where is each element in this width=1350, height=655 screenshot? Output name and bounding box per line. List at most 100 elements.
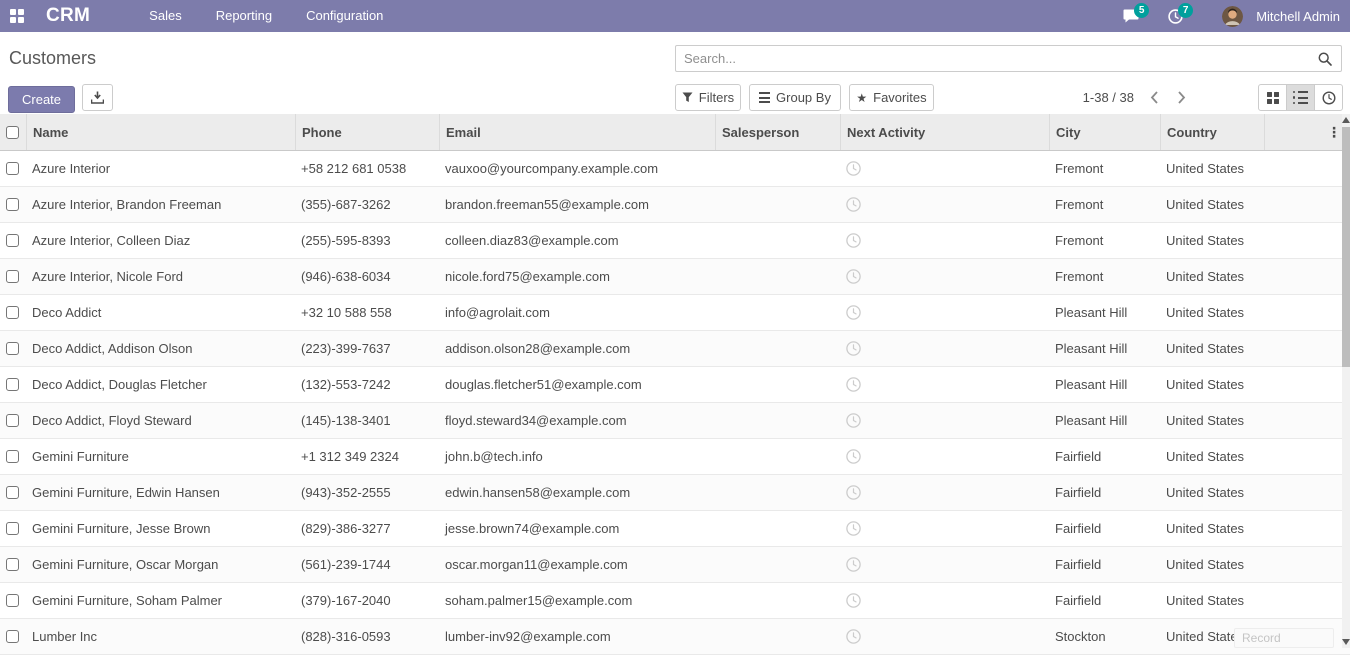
next-activity-clock-icon[interactable] bbox=[846, 449, 1049, 464]
cell-email: floyd.steward34@example.com bbox=[439, 413, 715, 428]
table-row[interactable]: Deco Addict, Douglas Fletcher (132)-553-… bbox=[0, 367, 1350, 403]
scroll-down-icon[interactable] bbox=[1342, 636, 1350, 648]
activities-badge: 7 bbox=[1178, 3, 1193, 18]
row-checkbox[interactable] bbox=[6, 270, 19, 283]
column-header-city[interactable]: City bbox=[1049, 114, 1160, 150]
messages-button[interactable]: 5 bbox=[1119, 9, 1158, 24]
table-row[interactable]: Gemini Furniture, Oscar Morgan (561)-239… bbox=[0, 547, 1350, 583]
scrollbar-thumb[interactable] bbox=[1342, 127, 1350, 367]
cell-country: United States bbox=[1160, 413, 1264, 428]
row-checkbox[interactable] bbox=[6, 234, 19, 247]
cell-city: Stockton bbox=[1049, 629, 1160, 644]
table-row[interactable]: Azure Interior, Colleen Diaz (255)-595-8… bbox=[0, 223, 1350, 259]
menu-configuration[interactable]: Configuration bbox=[295, 0, 394, 32]
cell-name: Deco Addict, Douglas Fletcher bbox=[26, 377, 295, 392]
activities-button[interactable]: 7 bbox=[1164, 9, 1202, 24]
column-header-email[interactable]: Email bbox=[439, 114, 715, 150]
next-activity-clock-icon[interactable] bbox=[846, 197, 1049, 212]
table-row[interactable]: Deco Addict, Floyd Steward (145)-138-340… bbox=[0, 403, 1350, 439]
next-activity-clock-icon[interactable] bbox=[846, 377, 1049, 392]
row-checkbox[interactable] bbox=[6, 630, 19, 643]
cell-email: lumber-inv92@example.com bbox=[439, 629, 715, 644]
page-title: Customers bbox=[9, 48, 96, 69]
pager-next-icon[interactable] bbox=[1175, 89, 1188, 106]
row-checkbox[interactable] bbox=[6, 414, 19, 427]
create-button[interactable]: Create bbox=[8, 86, 75, 113]
filters-button[interactable]: Filters bbox=[675, 84, 741, 111]
next-activity-clock-icon[interactable] bbox=[846, 413, 1049, 428]
menu-sales[interactable]: Sales bbox=[138, 0, 193, 32]
cell-country: United States bbox=[1160, 305, 1264, 320]
table-row[interactable]: Gemini Furniture, Soham Palmer (379)-167… bbox=[0, 583, 1350, 619]
column-header-phone[interactable]: Phone bbox=[295, 114, 439, 150]
table-row[interactable]: Gemini Furniture +1 312 349 2324 john.b@… bbox=[0, 439, 1350, 475]
group-by-button[interactable]: Group By bbox=[749, 84, 841, 111]
table-row[interactable]: Azure Interior, Brandon Freeman (355)-68… bbox=[0, 187, 1350, 223]
export-button[interactable] bbox=[82, 84, 113, 111]
scroll-up-icon[interactable] bbox=[1342, 114, 1350, 126]
activity-view-button[interactable] bbox=[1314, 84, 1343, 111]
table-row[interactable]: Lumber Inc (828)-316-0593 lumber-inv92@e… bbox=[0, 619, 1350, 655]
kanban-view-button[interactable] bbox=[1258, 84, 1287, 111]
next-activity-clock-icon[interactable] bbox=[846, 161, 1049, 176]
list-view-button[interactable] bbox=[1286, 84, 1315, 111]
row-checkbox[interactable] bbox=[6, 486, 19, 499]
column-header-salesperson[interactable]: Salesperson bbox=[715, 114, 840, 150]
table-row[interactable]: Gemini Furniture, Edwin Hansen (943)-352… bbox=[0, 475, 1350, 511]
apps-grid-icon bbox=[10, 9, 24, 23]
cell-email: edwin.hansen58@example.com bbox=[439, 485, 715, 500]
messages-badge: 5 bbox=[1134, 3, 1149, 18]
table-row[interactable]: Deco Addict +32 10 588 558 info@agrolait… bbox=[0, 295, 1350, 331]
app-menus: Sales Reporting Configuration bbox=[138, 0, 394, 32]
search-icon[interactable] bbox=[1309, 52, 1341, 66]
column-header-name[interactable]: Name bbox=[26, 114, 295, 150]
next-activity-clock-icon[interactable] bbox=[846, 233, 1049, 248]
row-checkbox[interactable] bbox=[6, 594, 19, 607]
select-all-checkbox[interactable] bbox=[6, 126, 19, 139]
systray: 5 7 Mitchell Admin bbox=[1119, 6, 1350, 27]
cell-email: vauxoo@yourcompany.example.com bbox=[439, 161, 715, 176]
column-header-next-activity[interactable]: Next Activity bbox=[840, 114, 1049, 150]
next-activity-clock-icon[interactable] bbox=[846, 521, 1049, 536]
next-activity-clock-icon[interactable] bbox=[846, 305, 1049, 320]
favorites-button[interactable]: ★ Favorites bbox=[849, 84, 934, 111]
row-checkbox[interactable] bbox=[6, 198, 19, 211]
row-checkbox[interactable] bbox=[6, 558, 19, 571]
next-activity-clock-icon[interactable] bbox=[846, 485, 1049, 500]
cell-country: United States bbox=[1160, 593, 1264, 608]
cell-name: Azure Interior bbox=[26, 161, 295, 176]
menu-reporting[interactable]: Reporting bbox=[205, 0, 283, 32]
top-navbar: CRM Sales Reporting Configuration 5 7 bbox=[0, 0, 1350, 32]
pager: 1-38 / 38 bbox=[1083, 84, 1188, 111]
user-name[interactable]: Mitchell Admin bbox=[1256, 9, 1340, 24]
cell-email: colleen.diaz83@example.com bbox=[439, 233, 715, 248]
vertical-scrollbar[interactable] bbox=[1342, 114, 1350, 648]
filters-label: Filters bbox=[699, 90, 734, 105]
table-row[interactable]: Azure Interior, Nicole Ford (946)-638-60… bbox=[0, 259, 1350, 295]
cell-city: Pleasant Hill bbox=[1049, 377, 1160, 392]
row-checkbox[interactable] bbox=[6, 522, 19, 535]
pager-previous-icon[interactable] bbox=[1148, 89, 1161, 106]
next-activity-clock-icon[interactable] bbox=[846, 629, 1049, 644]
row-checkbox[interactable] bbox=[6, 342, 19, 355]
table-row[interactable]: Azure Interior +58 212 681 0538 vauxoo@y… bbox=[0, 151, 1350, 187]
row-checkbox[interactable] bbox=[6, 306, 19, 319]
row-checkbox[interactable] bbox=[6, 378, 19, 391]
table-row[interactable]: Gemini Furniture, Jesse Brown (829)-386-… bbox=[0, 511, 1350, 547]
cell-city: Pleasant Hill bbox=[1049, 341, 1160, 356]
row-checkbox[interactable] bbox=[6, 450, 19, 463]
column-header-country[interactable]: Country bbox=[1160, 114, 1264, 150]
cell-phone: (132)-553-7242 bbox=[295, 377, 439, 392]
cell-country: United States bbox=[1160, 557, 1264, 572]
next-activity-clock-icon[interactable] bbox=[846, 593, 1049, 608]
list-icon bbox=[1293, 91, 1309, 105]
next-activity-clock-icon[interactable] bbox=[846, 557, 1049, 572]
table-row[interactable]: Deco Addict, Addison Olson (223)-399-763… bbox=[0, 331, 1350, 367]
apps-menu-button[interactable] bbox=[0, 0, 34, 32]
row-checkbox[interactable] bbox=[6, 162, 19, 175]
next-activity-clock-icon[interactable] bbox=[846, 269, 1049, 284]
cell-city: Fremont bbox=[1049, 269, 1160, 284]
user-avatar[interactable] bbox=[1222, 6, 1243, 27]
next-activity-clock-icon[interactable] bbox=[846, 341, 1049, 356]
search-input[interactable] bbox=[676, 51, 1309, 66]
